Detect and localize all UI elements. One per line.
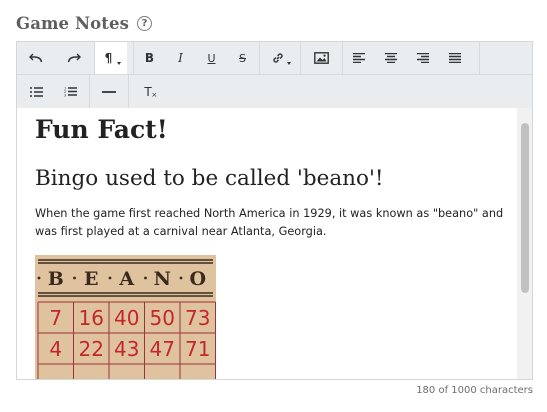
card-header-letter: A	[118, 268, 134, 290]
underline-icon: U	[207, 51, 216, 65]
bold-icon: B	[144, 51, 155, 65]
character-count: 180 of 1000 characters	[416, 385, 533, 396]
insert-group	[90, 75, 129, 108]
italic-icon: I	[178, 51, 183, 65]
align-left-icon	[353, 53, 365, 63]
card-number: 40	[114, 306, 139, 330]
history-group	[17, 42, 95, 74]
align-center-icon	[385, 53, 397, 63]
card-header-letter: E	[84, 268, 98, 290]
image-icon	[314, 52, 329, 64]
redo-icon	[67, 53, 81, 63]
toolbar-row-2: 123 T ×	[17, 75, 532, 108]
card-header-dot	[144, 276, 147, 280]
link-group	[260, 42, 301, 74]
editor-scrollbar[interactable]	[517, 108, 532, 379]
strikethrough-icon: S	[239, 51, 246, 65]
undo-icon	[29, 53, 43, 63]
toolbar-row-1: ¶ B I U S	[17, 42, 532, 75]
align-left-button[interactable]	[343, 42, 375, 74]
align-center-button[interactable]	[375, 42, 407, 74]
paragraph-format-icon: ¶	[104, 51, 113, 65]
horizontal-line-icon	[102, 90, 116, 93]
clear-formatting-x: ×	[151, 90, 158, 99]
content-subheading: Bingo used to be called 'beano'!	[35, 166, 384, 191]
card-number: 43	[114, 337, 139, 361]
content-heading: Fun Fact!	[35, 115, 168, 144]
clear-formatting-icon: T ×	[144, 85, 157, 99]
chevron-down-icon	[287, 62, 291, 65]
rich-text-editor: ¶ B I U S 1 2 3 T × Fun Fact! Bingo used…	[16, 41, 533, 380]
align-right-icon	[417, 53, 429, 63]
alignment-group	[343, 42, 480, 74]
numbered-list-button[interactable]: 123	[55, 75, 85, 108]
bulleted-list-icon	[29, 86, 43, 97]
card-number: 7	[49, 306, 62, 330]
strikethrough-button[interactable]: S	[227, 42, 258, 74]
italic-button[interactable]: I	[165, 42, 196, 74]
card-number: 50	[150, 306, 175, 330]
card-header-dot	[179, 276, 183, 280]
link-icon	[273, 53, 283, 63]
card-header-dot	[108, 276, 112, 280]
align-right-button[interactable]	[407, 42, 439, 74]
format-group: ¶	[95, 42, 134, 74]
numbered-list-icon: 123	[64, 87, 77, 98]
editor-content[interactable]: Fun Fact! Bingo used to be called 'beano…	[17, 108, 532, 379]
svg-text:3: 3	[64, 94, 66, 98]
justify-button[interactable]	[439, 42, 471, 74]
card-number: 4	[49, 337, 62, 361]
content-paragraph: When the game first reached North Americ…	[35, 207, 504, 238]
help-icon[interactable]: ?	[136, 15, 152, 31]
editor-toolbar: ¶ B I U S 1 2 3 T ×	[17, 42, 532, 109]
list-group: 123	[17, 75, 90, 108]
scrollbar-thumb[interactable]	[521, 123, 529, 293]
content-body: Fun Fact! Bingo used to be called 'beano…	[35, 115, 504, 240]
link-button[interactable]	[260, 42, 300, 74]
horizontal-line-button[interactable]	[90, 75, 128, 108]
field-label-text: Game Notes	[16, 13, 129, 33]
card-number: 16	[79, 306, 104, 330]
beano-card-image[interactable]: BEANO 7 16 40 50 73 4 22 43 47 71	[35, 255, 216, 380]
clear-group: T ×	[129, 75, 167, 108]
clear-formatting-button[interactable]: T ×	[129, 75, 167, 108]
paragraph-format-button[interactable]: ¶	[95, 42, 127, 74]
redo-button[interactable]	[55, 42, 93, 74]
image-button[interactable]	[301, 42, 342, 74]
card-number: 47	[150, 337, 175, 361]
bulleted-list-button[interactable]	[17, 75, 55, 108]
field-label: Game Notes ?	[16, 12, 152, 34]
card-header-letter: O	[189, 268, 206, 290]
card-number: 73	[185, 306, 210, 330]
card-header-letter: B	[48, 268, 64, 290]
underline-button[interactable]: U	[196, 42, 227, 74]
card-number: 22	[79, 337, 104, 361]
card-header-dot	[73, 276, 76, 280]
card-number: 71	[185, 337, 210, 361]
chevron-down-icon	[117, 62, 121, 65]
text-style-group: B I U S	[134, 42, 260, 74]
card-header-letter: N	[154, 268, 171, 290]
bold-button[interactable]: B	[134, 42, 165, 74]
image-group	[301, 42, 343, 74]
card-header-dot	[37, 276, 41, 280]
undo-button[interactable]	[17, 42, 55, 74]
justify-icon	[449, 53, 461, 63]
